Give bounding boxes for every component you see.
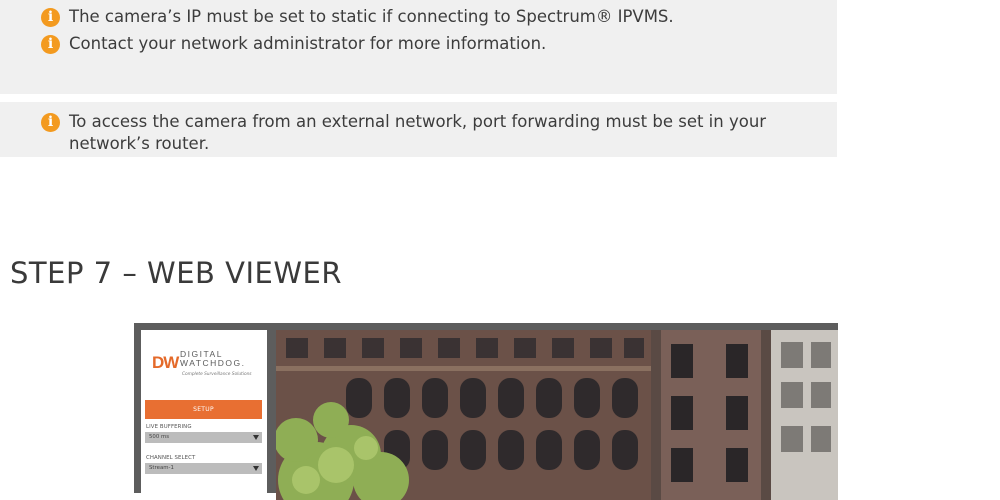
- channel-select-value: Stream-1: [149, 465, 174, 471]
- note-box-port-forwarding: i To access the camera from an external …: [0, 102, 837, 157]
- live-buffering-select[interactable]: 500 ms: [145, 432, 262, 443]
- channel-select[interactable]: Stream-1: [145, 463, 262, 474]
- logo-mark: DW: [152, 353, 179, 372]
- info-icon: i: [41, 8, 60, 27]
- note-text: Contact your network administrator for m…: [69, 34, 547, 53]
- logo-wordmark: DIGITAL WATCHDOG.: [180, 350, 245, 368]
- note-text: To access the camera from an external ne…: [69, 112, 767, 153]
- info-icon: i: [41, 35, 60, 54]
- note-port-forwarding: i To access the camera from an external …: [41, 111, 837, 155]
- channel-select-label: CHANNEL SELECT: [146, 455, 196, 461]
- digital-watchdog-logo: DW DIGITAL WATCHDOG. Complete Surveillan…: [152, 345, 262, 383]
- caret-down-icon: [253, 466, 259, 471]
- building-scene-image: [276, 330, 838, 500]
- note-text: The camera’s IP must be set to static if…: [69, 7, 674, 26]
- logo-line-2: WATCHDOG.: [180, 358, 246, 368]
- note-contact-admin: i Contact your network administrator for…: [41, 33, 837, 55]
- live-video-feed: [276, 330, 838, 500]
- web-viewer-screenshot: DW DIGITAL WATCHDOG. Complete Surveillan…: [134, 323, 838, 500]
- viewer-side-panel: DW DIGITAL WATCHDOG. Complete Surveillan…: [141, 330, 267, 500]
- setup-button[interactable]: SETUP: [145, 400, 262, 419]
- note-box-network: i The camera’s IP must be set to static …: [0, 0, 837, 94]
- live-buffering-value: 500 ms: [149, 434, 170, 440]
- info-icon: i: [41, 113, 60, 132]
- caret-down-icon: [253, 435, 259, 440]
- logo-tagline: Complete Surveillance Solutions: [182, 372, 252, 377]
- note-static-ip: i The camera’s IP must be set to static …: [41, 6, 837, 28]
- step-title: STEP 7 – WEB VIEWER: [10, 256, 343, 290]
- live-buffering-label: LIVE BUFFERING: [146, 424, 192, 430]
